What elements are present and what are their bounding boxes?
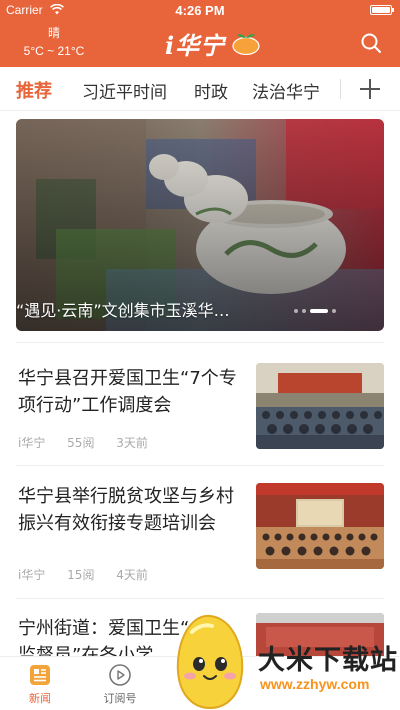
- news-thumbnail: [256, 363, 384, 449]
- carousel-dot: [294, 309, 298, 313]
- weather-temperature: 5°C ~ 21°C: [23, 44, 85, 58]
- tab-divider: [340, 79, 341, 99]
- rice-mascot-icon: [176, 614, 244, 710]
- news-item[interactable]: 华宁县召开爱国卫生“7个专项行动”工作调度会 i华宁 55阅 3天前: [0, 350, 400, 460]
- tab-xi-time[interactable]: 习近平时间: [82, 78, 167, 103]
- news-item[interactable]: 华宁县举行脱贫攻坚与乡村振兴有效衔接专题培训会 i华宁 15阅 4天前: [0, 470, 400, 595]
- news-title: 华宁县举行脱贫攻坚与乡村振兴有效衔接专题培训会: [18, 486, 234, 534]
- bottom-tab-label: 新闻: [29, 692, 51, 705]
- divider: [16, 465, 384, 466]
- orange-icon: [232, 34, 260, 55]
- status-bar: Carrier 4:26 PM: [0, 0, 400, 20]
- news-source: i华宁: [18, 568, 46, 582]
- weather-condition: 晴: [47, 26, 60, 40]
- battery-icon: [370, 5, 394, 15]
- news-thumbnail: [256, 483, 384, 569]
- carousel-indicator: [294, 308, 336, 314]
- divider: [16, 598, 384, 599]
- news-views: 55阅: [67, 436, 95, 450]
- news-icon: [30, 665, 50, 685]
- bottom-tab-news[interactable]: 新闻: [10, 663, 70, 706]
- watermark-title: 大米下载站: [258, 645, 398, 676]
- tab-rule-of-law[interactable]: 法治华宁: [252, 78, 320, 103]
- watermark-url: www.zzhyw.com: [260, 676, 370, 692]
- search-icon[interactable]: [360, 32, 382, 54]
- watermark: 大米下载站 www.zzhyw.com: [172, 612, 400, 710]
- add-channel-icon[interactable]: [358, 77, 382, 101]
- carousel-dot: [302, 309, 306, 313]
- divider: [16, 342, 384, 343]
- logo-text: i华宁: [165, 30, 226, 60]
- tab-politics[interactable]: 时政: [194, 78, 228, 103]
- carousel-dot: [332, 309, 336, 313]
- news-time: 3天前: [116, 436, 148, 450]
- news-time: 4天前: [116, 568, 148, 582]
- carousel-dot-active: [310, 309, 328, 313]
- news-meta: i华宁 15阅 4天前: [18, 566, 166, 583]
- app-logo: i华宁: [165, 26, 261, 60]
- app-header: Carrier 4:26 PM 晴 5°C ~ 21°C i华宁: [0, 0, 400, 67]
- bottom-tab-subscriptions[interactable]: 订阅号: [90, 663, 150, 706]
- bottom-tab-label: 订阅号: [103, 692, 137, 705]
- hero-caption: “遇见·云南”文创集市玉溪华…: [16, 301, 230, 320]
- category-tabs: 推荐 习近平时间 时政 法治华宁: [0, 67, 400, 111]
- news-meta: i华宁 55阅 3天前: [18, 434, 166, 451]
- status-time: 4:26 PM: [175, 3, 225, 18]
- tab-recommend[interactable]: 推荐: [16, 77, 52, 103]
- news-title: 华宁县召开爱国卫生“7个专项行动”工作调度会: [18, 368, 237, 416]
- subscribe-icon: [109, 664, 131, 686]
- weather-widget: 晴 5°C ~ 21°C: [14, 24, 94, 58]
- news-views: 15阅: [67, 568, 95, 582]
- news-source: i华宁: [18, 436, 46, 450]
